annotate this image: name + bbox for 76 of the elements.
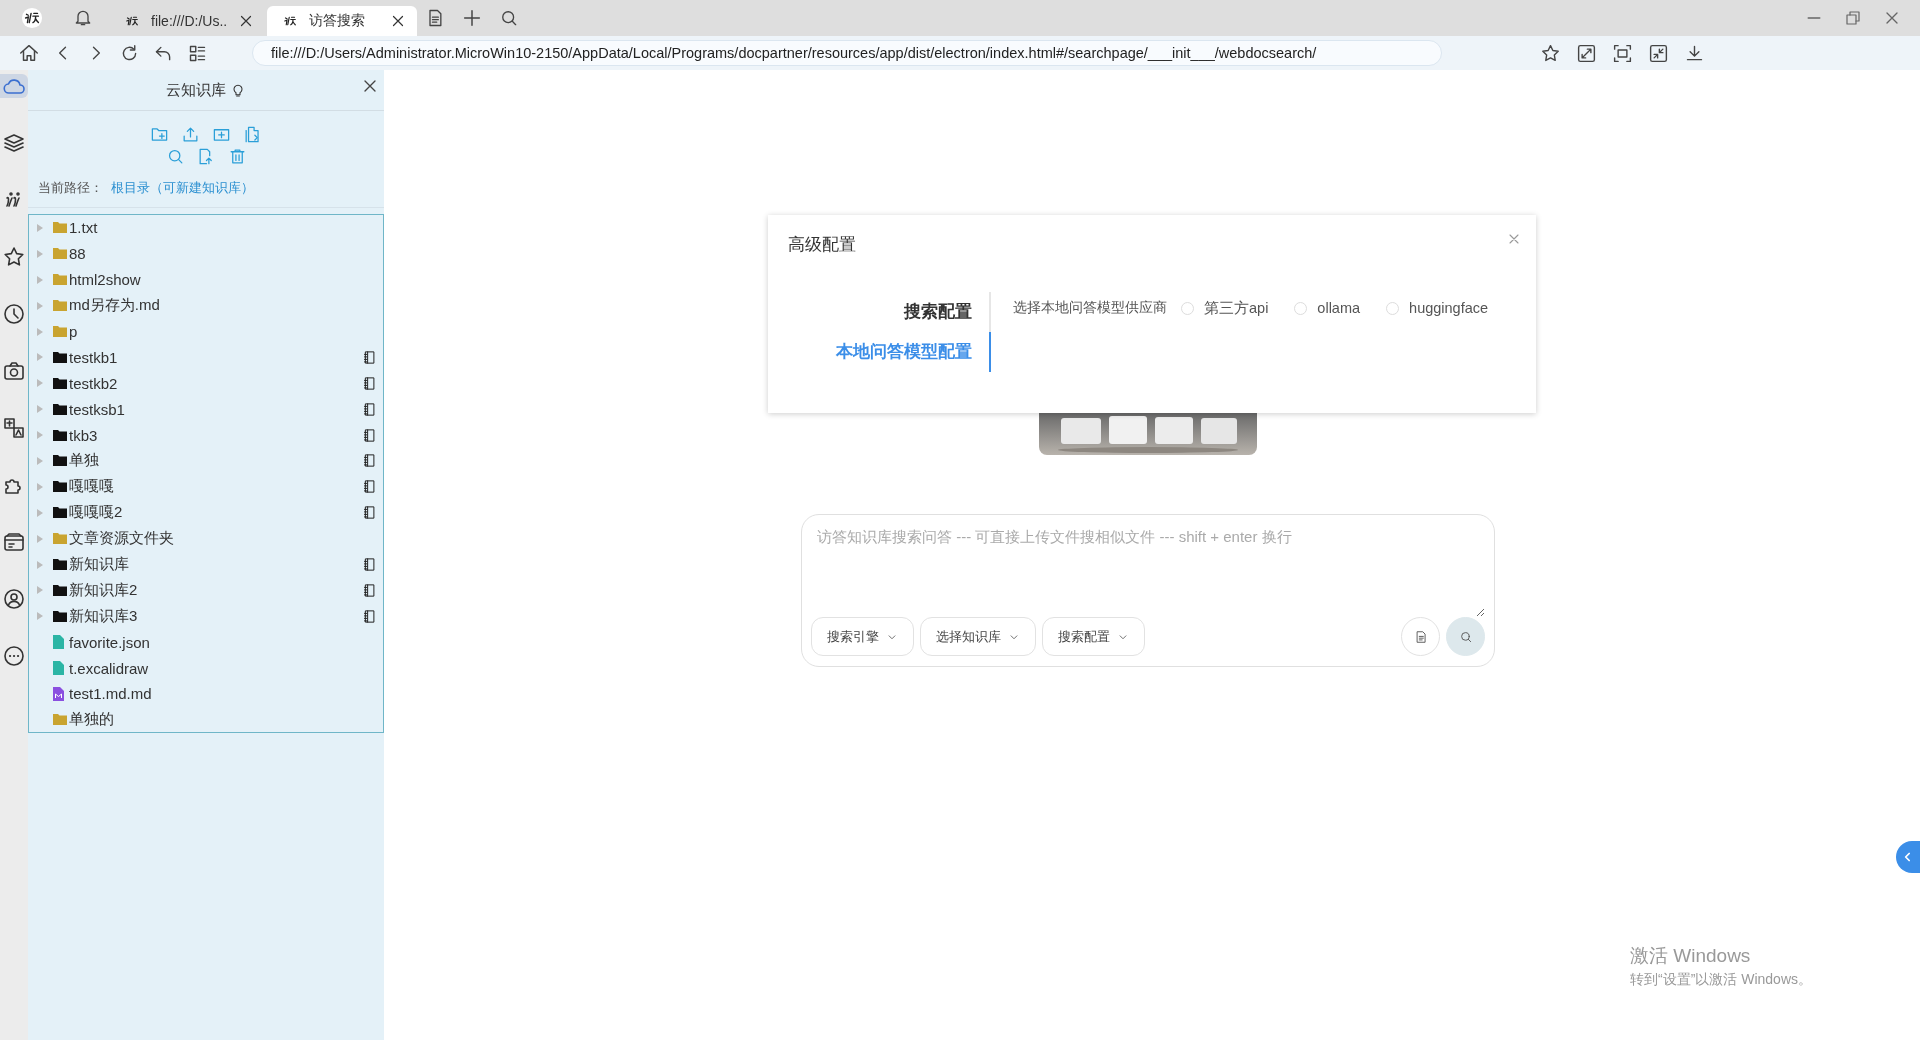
clock-icon[interactable] — [2, 302, 26, 326]
tree-item[interactable]: 单独 — [29, 448, 383, 474]
notebook-icon[interactable] — [362, 349, 377, 365]
browser-tab[interactable]: 访答搜索 — [267, 6, 417, 36]
search-box[interactable]: 访答知识库搜索问答 --- 可直接上传文件搜相似文件 --- shift + enter 换行 搜索引擎 选择知识库 搜索配置 — [801, 514, 1495, 667]
sidebar-title: 云知识库 — [166, 80, 226, 100]
home-icon[interactable] — [18, 42, 40, 64]
address-field[interactable]: file:///D:/Users/Administrator.MicroWin10-2150/AppData/Local/Programs/docpartner/resources/app/dist/electron/index.html#/searchpage/___init___/webdocsearch/ — [252, 40, 1442, 66]
upload-file-button[interactable] — [1401, 617, 1440, 656]
tree-item[interactable]: 单独的 — [29, 706, 383, 733]
tab-title[interactable]: file:///D:/Us.. — [151, 13, 228, 29]
camera-icon[interactable] — [2, 359, 26, 383]
wallet-icon[interactable] — [2, 530, 26, 554]
activation-title: 激活 Windows — [1630, 944, 1752, 968]
notebook-icon[interactable] — [362, 427, 377, 443]
tree-item[interactable]: 88 — [29, 240, 383, 267]
notebook-icon[interactable] — [362, 582, 377, 598]
search-icon[interactable] — [1458, 629, 1473, 644]
tree-item[interactable]: p — [29, 318, 383, 345]
tree-item[interactable]: 新知识库2 — [29, 577, 383, 604]
tree-item[interactable]: testkb1 — [29, 344, 383, 371]
tab-title[interactable]: 访答搜索 — [309, 12, 379, 30]
notebook-icon[interactable] — [362, 453, 377, 469]
tree-item[interactable]: tkb3 — [29, 422, 383, 448]
dropdown-button[interactable]: 搜索配置 — [1042, 617, 1145, 656]
app-logo-icon[interactable] — [21, 7, 43, 29]
upload-icon[interactable] — [181, 125, 200, 144]
activation-text: 转到“设置”以激活 Windows。 — [1630, 971, 1812, 989]
browser-tab[interactable]: file:///D:/Us.. — [109, 6, 259, 36]
tree-item[interactable]: 1.txt — [29, 215, 383, 241]
tree-item[interactable]: 嘎嘎嘎 — [29, 473, 383, 500]
copy-icon[interactable] — [243, 125, 262, 144]
tree-item[interactable]: t.excalidraw — [29, 655, 383, 682]
shrink-icon[interactable] — [1648, 42, 1669, 64]
tree-item[interactable]: test1.md.md — [29, 681, 383, 707]
tree-item[interactable]: favorite.json — [29, 629, 383, 656]
radio-label[interactable]: huggingface — [1409, 300, 1489, 316]
path-label: 当前路径： — [38, 179, 103, 197]
search-button[interactable] — [1446, 617, 1485, 656]
layers-icon[interactable] — [2, 131, 26, 155]
radio-label[interactable]: ollama — [1317, 300, 1361, 316]
tree-item[interactable]: html2show — [29, 266, 383, 293]
expand-icon[interactable] — [1576, 42, 1597, 64]
tree-item[interactable]: md另存为.md — [29, 292, 383, 319]
radio-label[interactable]: 第三方api — [1204, 298, 1269, 318]
tree-item[interactable]: 新知识库 — [29, 551, 383, 578]
tree-item[interactable]: testkb2 — [29, 370, 383, 397]
tree-item[interactable]: 文章资源文件夹 — [29, 525, 383, 552]
tree-item[interactable]: 新知识库3 — [29, 603, 383, 630]
lightbulb-icon[interactable] — [230, 82, 246, 98]
screenshot-icon[interactable] — [1612, 42, 1633, 64]
collapse-tab[interactable] — [1896, 841, 1920, 873]
notebook-icon[interactable] — [362, 557, 377, 572]
settings-tab[interactable]: 搜索配置 — [788, 292, 991, 332]
user-icon[interactable] — [2, 587, 26, 611]
field-label: 选择本地问答模型供应商 — [1013, 299, 1167, 317]
tree-item[interactable]: testksb1 — [29, 396, 383, 423]
star-icon[interactable] — [2, 245, 26, 269]
more-icon[interactable] — [2, 644, 26, 668]
dropdown-button[interactable]: 搜索引擎 — [811, 617, 914, 656]
notebook-icon[interactable] — [362, 375, 377, 391]
search-icon[interactable] — [499, 8, 519, 28]
notebook-icon[interactable] — [362, 401, 377, 417]
bell-icon[interactable] — [73, 8, 93, 28]
notebook-icon[interactable] — [362, 505, 377, 521]
restore-icon[interactable] — [1844, 9, 1862, 27]
question-input[interactable]: 访答知识库搜索问答 --- 可直接上传文件搜相似文件 --- shift + enter 换行 — [811, 523, 1485, 617]
notebook-icon[interactable] — [362, 479, 377, 495]
notebook-icon[interactable] — [362, 608, 377, 624]
translate-icon[interactable] — [2, 416, 26, 440]
dropdown-button[interactable]: 选择知识库 — [920, 617, 1036, 656]
new-tab-icon[interactable] — [461, 7, 483, 29]
dialog-title: 高级配置 — [788, 234, 856, 256]
star-icon[interactable] — [1540, 42, 1561, 64]
new-folder-icon[interactable] — [150, 125, 169, 144]
tree-item[interactable]: 嘎嘎嘎2 — [29, 499, 383, 526]
